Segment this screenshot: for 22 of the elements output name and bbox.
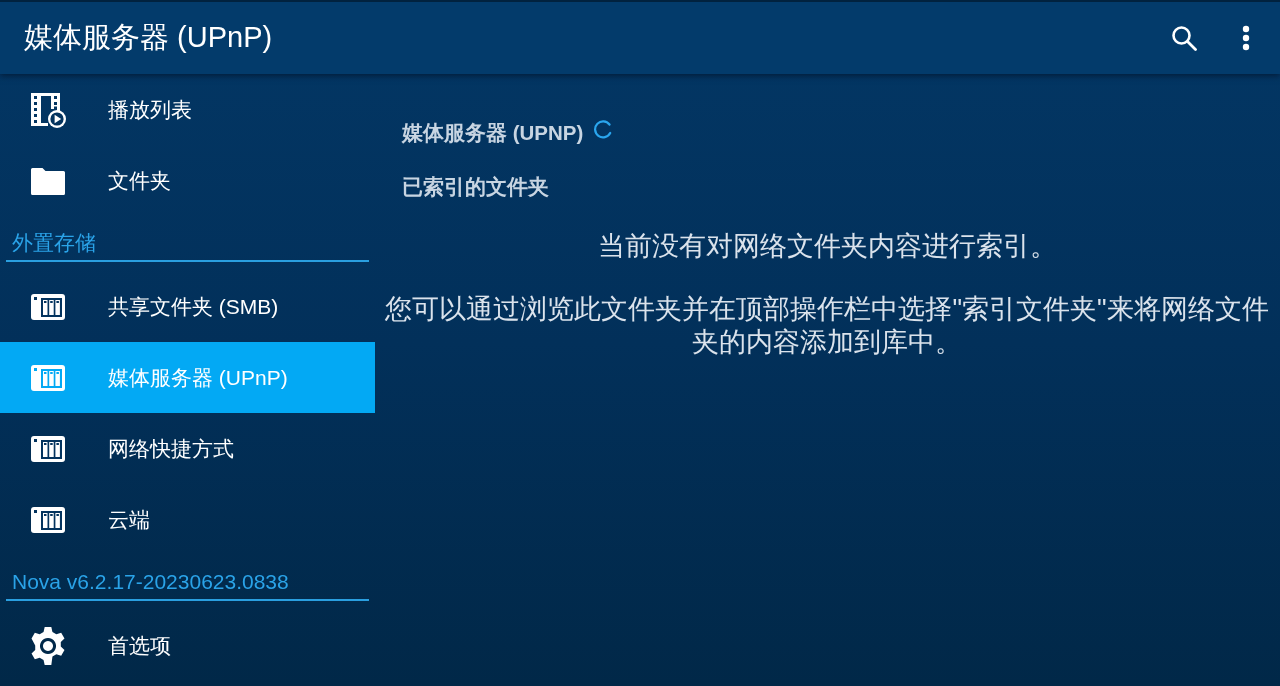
storage-device-icon (31, 364, 65, 391)
drawer-item[interactable]: 文件夹 (0, 145, 375, 216)
storage-device-icon (31, 293, 65, 320)
gear-icon (30, 625, 66, 666)
search-icon (1171, 25, 1197, 51)
more-vertical-icon (1242, 25, 1250, 51)
server-title: 媒体服务器 (UPNP) (402, 120, 584, 146)
section-header: 外置存储 (6, 216, 369, 262)
empty-state-message: 当前没有对网络文件夹内容进行索引。 (596, 230, 1058, 263)
drawer-item[interactable]: 共享文件夹 (SMB) (0, 271, 375, 342)
indexed-folders-heading: 已索引的文件夹 (402, 174, 550, 200)
folder-icon (30, 166, 66, 195)
storage-device-icon (31, 506, 65, 533)
drawer-item[interactable]: 云端 (0, 484, 375, 555)
drawer-item[interactable]: 播放列表 (0, 74, 375, 145)
empty-state-message: 您可以通过浏览此文件夹并在顶部操作栏中选择"索引文件夹"来将网络文件夹的内容添加到库中。 (384, 293, 1270, 359)
section-header: Nova v6.2.17-20230623.0838 (6, 555, 369, 601)
storage-device-icon (31, 435, 65, 462)
film-play-icon (30, 91, 66, 128)
app-title: 媒体服务器 (UPnP) (24, 20, 273, 55)
drawer-item[interactable]: 首选项 (0, 610, 375, 681)
drawer-item[interactable]: 网络快捷方式 (0, 413, 375, 484)
